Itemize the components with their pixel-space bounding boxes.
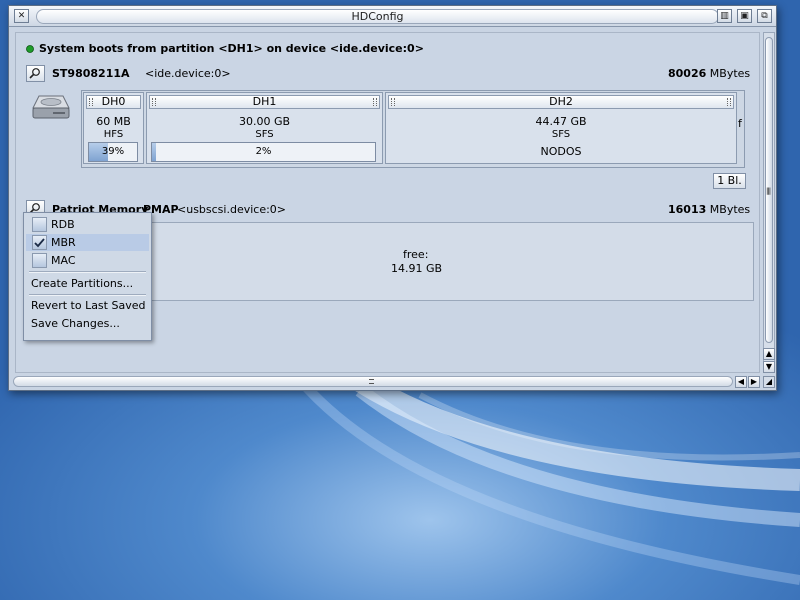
- left-arrow-icon[interactable]: ◀: [735, 376, 747, 388]
- horizontal-scrollbar[interactable]: [13, 376, 733, 387]
- up-arrow-icon[interactable]: ▲: [763, 348, 775, 360]
- grip-icon: [369, 379, 374, 384]
- partition-dh2[interactable]: DH2 44.47 GB SFS NODOS: [385, 92, 737, 164]
- device-size-1: 80026 MBytes: [668, 67, 751, 80]
- snapshot-icon[interactable]: ▣: [737, 9, 752, 23]
- trailing-label: f: [738, 117, 742, 130]
- window-title: HDConfig: [36, 9, 719, 24]
- menu-separator: [29, 294, 146, 296]
- usage-bar: 2%: [151, 142, 376, 162]
- resize-grip-icon[interactable]: [152, 98, 156, 106]
- depth-icon[interactable]: ⧉: [757, 9, 772, 23]
- resize-grip-icon[interactable]: [391, 98, 395, 106]
- partition-header[interactable]: DH0: [86, 95, 141, 109]
- usage-bar: 39%: [88, 142, 138, 162]
- partition-fs: SFS: [255, 129, 274, 140]
- free-size: 14.91 GB: [391, 262, 443, 275]
- free-label: free:: [403, 248, 429, 261]
- iconify-icon[interactable]: ▥: [717, 9, 732, 23]
- resize-corner-icon[interactable]: ◢: [763, 376, 775, 388]
- menu-item-mac[interactable]: MAC: [26, 252, 149, 269]
- device-size-2: 16013 MBytes: [668, 203, 751, 216]
- boot-status-text: System boots from partition <DH1> on dev…: [39, 42, 424, 55]
- menu-item-revert[interactable]: Revert to Last Saved: [26, 297, 149, 314]
- partition-header[interactable]: DH2: [388, 95, 734, 109]
- partition-dh1[interactable]: DH1 30.00 GB SFS 2%: [146, 92, 383, 164]
- resize-grip-icon[interactable]: [373, 98, 377, 106]
- partition-status: NODOS: [540, 145, 582, 158]
- down-arrow-icon[interactable]: ▼: [763, 361, 775, 373]
- device-name-1: ST9808211A: [52, 67, 130, 80]
- partition-size: 60 MB: [96, 115, 131, 128]
- device-path-1: <ide.device:0>: [145, 67, 231, 80]
- usage-label: 39%: [101, 146, 125, 157]
- magnifier-icon: [29, 68, 40, 79]
- menu-item-rdb[interactable]: RDB: [26, 216, 149, 233]
- checkbox-icon[interactable]: [32, 253, 47, 268]
- device-info-button-1[interactable]: [26, 65, 45, 82]
- grip-icon: |||: [766, 187, 771, 195]
- menu-item-create-partitions[interactable]: Create Partitions...: [26, 275, 149, 292]
- partition-size: 30.00 GB: [238, 115, 291, 128]
- partition-table-menu: RDB MBR MAC Create Partitions... Revert …: [23, 212, 152, 341]
- menu-separator: [29, 271, 146, 273]
- window-titlebar[interactable]: ✕ HDConfig ▥ ▣ ⧉: [9, 6, 776, 27]
- partition-size: 44.47 GB: [535, 115, 587, 128]
- partition-fs: SFS: [551, 129, 571, 140]
- vertical-scrollbar[interactable]: |||: [763, 32, 775, 373]
- hard-drive-icon: [32, 95, 70, 119]
- partition-header[interactable]: DH1: [149, 95, 380, 109]
- blocks-button[interactable]: 1 Bl.: [713, 173, 746, 189]
- menu-item-mbr[interactable]: MBR: [26, 234, 149, 251]
- resize-grip-icon[interactable]: [727, 98, 731, 106]
- usage-label: 2%: [255, 146, 272, 157]
- boot-status-led-icon: [26, 45, 34, 53]
- close-icon[interactable]: ✕: [14, 9, 29, 23]
- partition-dh0[interactable]: DH0 60 MB HFS 39%: [83, 92, 144, 164]
- menu-item-save-changes[interactable]: Save Changes...: [26, 315, 149, 332]
- checkbox-icon[interactable]: [32, 217, 47, 232]
- resize-grip-icon[interactable]: [89, 98, 93, 106]
- partition-fs: HFS: [103, 129, 124, 140]
- device-path-2: <usbscsi.device:0>: [177, 203, 287, 216]
- checkmark-icon[interactable]: [32, 235, 47, 250]
- right-arrow-icon[interactable]: ▶: [748, 376, 760, 388]
